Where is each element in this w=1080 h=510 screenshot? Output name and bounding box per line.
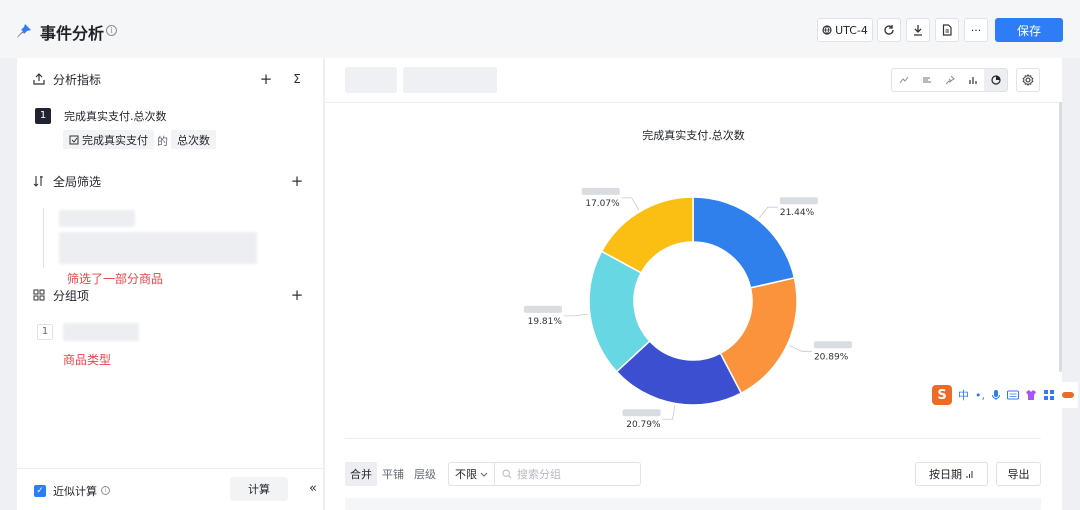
filter-annotation: 筛选了一部分商品 bbox=[67, 272, 164, 286]
limit-value: 不限 bbox=[455, 468, 477, 481]
filter-condition-field[interactable] bbox=[59, 210, 135, 227]
group-section-header: 分组项 bbox=[33, 286, 89, 304]
chart-panel: 完成真实支付.总次数 21.44% 20.89% 20.79% 19.81% 17.07… bbox=[325, 58, 1062, 510]
slice-leader-line-0 bbox=[758, 206, 778, 219]
page-title: 事件分析 bbox=[40, 24, 105, 43]
slice-category-label-3 bbox=[523, 305, 562, 313]
add-group-button[interactable]: + bbox=[290, 288, 304, 303]
add-filter-button[interactable]: + bbox=[290, 174, 304, 189]
aggregation-chip-label: 总次数 bbox=[177, 133, 210, 147]
refresh-button[interactable] bbox=[877, 18, 901, 42]
limit-dropdown[interactable]: 不限 bbox=[448, 462, 494, 486]
connector-de: 的 bbox=[157, 135, 168, 148]
chevron-down-icon bbox=[480, 472, 488, 477]
more-icon: ··· bbox=[970, 23, 982, 37]
export-button[interactable]: 导出 bbox=[996, 462, 1041, 486]
toolbox-grid-icon[interactable] bbox=[1043, 389, 1055, 401]
mode-hierarchy[interactable]: 层级 bbox=[409, 462, 441, 486]
save-button[interactable]: 保存 bbox=[995, 18, 1063, 42]
slice-leader-line-3 bbox=[563, 313, 588, 317]
group-search-input[interactable]: 搜索分组 bbox=[494, 462, 641, 486]
metric-index: 1 bbox=[35, 108, 51, 124]
ime-toolbar: S 中 •, bbox=[928, 382, 1078, 408]
sogou-logo-icon[interactable]: S bbox=[932, 385, 952, 405]
calculate-button[interactable]: 计算 bbox=[230, 477, 288, 501]
filter-section-header: 全局筛选 bbox=[33, 172, 101, 190]
download-icon bbox=[914, 25, 922, 36]
slice-category-label-0 bbox=[779, 197, 818, 205]
filter-section-title: 全局筛选 bbox=[53, 174, 102, 189]
by-date-label: 按日期 bbox=[929, 468, 962, 481]
slice-category-label-1 bbox=[813, 341, 852, 349]
view-mode-segment: 合并 平铺 层级 bbox=[345, 462, 441, 486]
top-bar: 事件分析 i UTC-4 ··· 保存 bbox=[0, 0, 1080, 58]
skin-icon[interactable] bbox=[1025, 389, 1037, 401]
metric-name[interactable]: 完成真实支付.总次数 bbox=[64, 108, 167, 124]
sort-bars-icon bbox=[966, 470, 973, 478]
filter-condition-values[interactable] bbox=[59, 232, 257, 264]
metrics-section-header: 分析指标 bbox=[33, 70, 101, 88]
slice-leader-line-2 bbox=[662, 405, 676, 420]
metrics-section-title: 分析指标 bbox=[53, 72, 102, 87]
table-divider bbox=[345, 438, 1041, 439]
slice-percent-label-0: 21.44% bbox=[780, 208, 815, 218]
info-icon[interactable]: i bbox=[106, 25, 117, 36]
search-placeholder: 搜索分组 bbox=[517, 468, 561, 481]
pushpin-icon bbox=[17, 24, 31, 38]
gamepad-icon[interactable] bbox=[1061, 390, 1075, 400]
mode-flat[interactable]: 平铺 bbox=[377, 462, 409, 486]
metrics-icon bbox=[33, 73, 45, 85]
punctuation-icon[interactable]: •, bbox=[975, 389, 985, 402]
mode-merge[interactable]: 合并 bbox=[345, 462, 377, 486]
group-property-chip[interactable] bbox=[63, 323, 139, 341]
group-annotation: 商品类型 bbox=[63, 353, 112, 367]
analysis-config-panel: 分析指标 + Σ 1 完成真实支付.总次数 完成真实支付 的 总次数 全局筛选 … bbox=[17, 58, 323, 510]
table-header bbox=[345, 498, 1041, 510]
slice-category-label-2 bbox=[622, 409, 661, 417]
slice-leader-line-1 bbox=[789, 345, 812, 352]
approx-calc-checkbox[interactable]: ✓ bbox=[34, 485, 46, 497]
event-icon bbox=[69, 135, 79, 144]
event-chip[interactable]: 完成真实支付 bbox=[63, 130, 154, 149]
slice-leader-line-4 bbox=[621, 197, 640, 211]
group-index: 1 bbox=[37, 324, 53, 340]
vertical-scrollbar[interactable] bbox=[1059, 102, 1062, 372]
timezone-button[interactable]: UTC-4 bbox=[817, 18, 873, 42]
formula-sigma-button[interactable]: Σ bbox=[290, 72, 304, 86]
slice-percent-label-4: 17.07% bbox=[585, 199, 620, 209]
aggregation-chip[interactable]: 总次数 bbox=[171, 130, 216, 149]
slice-percent-label-3: 19.81% bbox=[528, 317, 563, 327]
search-icon bbox=[502, 469, 512, 479]
ime-mode[interactable]: 中 bbox=[958, 387, 969, 403]
group-grid-icon bbox=[33, 289, 45, 301]
document-button[interactable] bbox=[935, 18, 959, 42]
left-footer: ✓ 近似计算 i 计算 « bbox=[17, 468, 323, 510]
event-chip-label: 完成真实支付 bbox=[82, 133, 148, 147]
sort-filter-icon bbox=[33, 176, 43, 187]
slice-percent-label-1: 20.89% bbox=[814, 352, 849, 362]
keyboard-icon[interactable] bbox=[1007, 390, 1019, 400]
microphone-icon[interactable] bbox=[991, 389, 1001, 401]
document-icon bbox=[942, 24, 952, 36]
approx-info-icon[interactable]: i bbox=[101, 486, 110, 495]
globe-icon bbox=[822, 25, 832, 35]
refresh-icon bbox=[884, 25, 894, 35]
timezone-label: UTC-4 bbox=[835, 23, 868, 37]
add-metric-button[interactable]: + bbox=[259, 72, 273, 87]
donut-chart: 21.44% 20.89% 20.79% 19.81% 17.07% bbox=[523, 187, 852, 430]
more-button[interactable]: ··· bbox=[964, 18, 988, 42]
filter-connector-line bbox=[43, 208, 44, 268]
download-button[interactable] bbox=[906, 18, 930, 42]
slice-category-label-4 bbox=[581, 187, 620, 195]
collapse-panel-icon[interactable]: « bbox=[309, 481, 317, 496]
approx-calc-label: 近似计算 bbox=[53, 485, 97, 498]
by-date-button[interactable]: 按日期 bbox=[915, 462, 988, 486]
slice-percent-label-2: 20.79% bbox=[626, 420, 661, 430]
group-section-title: 分组项 bbox=[53, 288, 90, 303]
